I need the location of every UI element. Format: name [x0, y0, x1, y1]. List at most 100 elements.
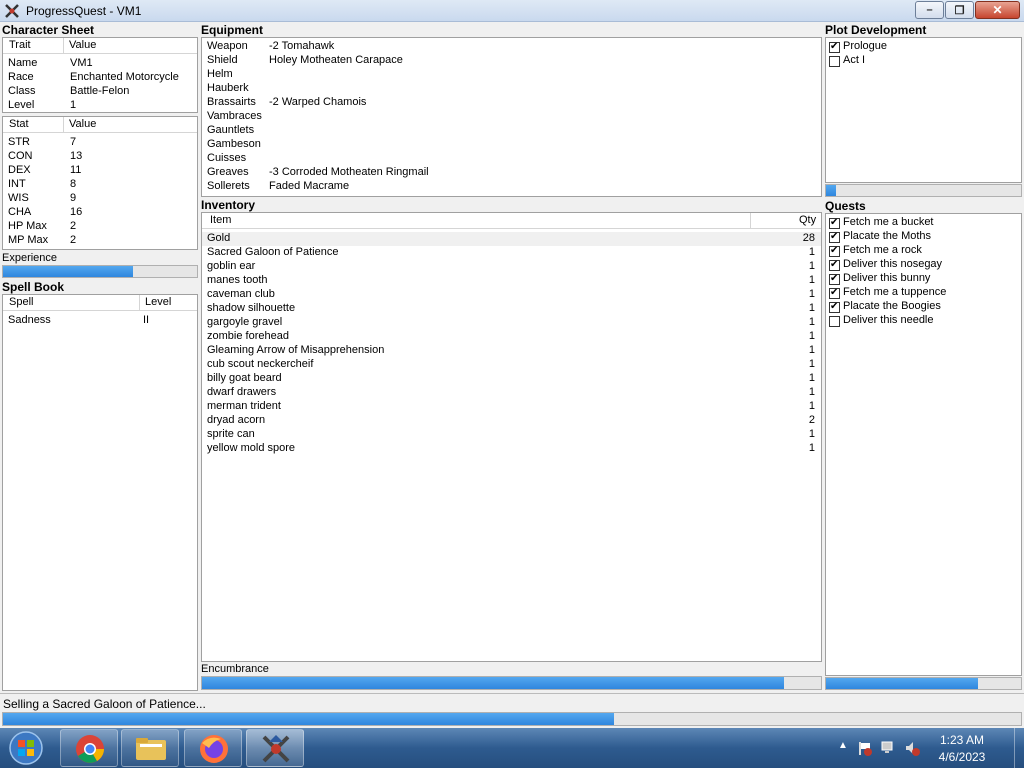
- equipment-row[interactable]: Shield Holey Motheaten Carapace: [202, 54, 821, 68]
- equipment-list[interactable]: Weapon -2 Tomahawk Shield Holey Motheaten C…: [201, 37, 822, 197]
- clock-date[interactable]: 4/6/2023: [932, 750, 992, 764]
- clock-time[interactable]: 1:23 AM: [932, 733, 992, 747]
- action-center-flag-icon[interactable]: [856, 740, 872, 756]
- equipment-slot: Hauberk: [207, 82, 249, 94]
- stat-column-header[interactable]: Stat: [9, 118, 29, 130]
- equipment-row[interactable]: Gambeson: [202, 138, 821, 152]
- quest-item[interactable]: Deliver this nosegay: [826, 258, 1021, 272]
- equipment-row[interactable]: Cuisses: [202, 152, 821, 166]
- equipment-row[interactable]: Brassairts -2 Warped Chamois: [202, 96, 821, 110]
- inventory-row[interactable]: merman trident 1: [202, 400, 821, 414]
- trait-row[interactable]: Name VM1: [3, 57, 197, 71]
- stat-row[interactable]: INT 8: [3, 178, 197, 192]
- show-hidden-icons-icon[interactable]: ▲: [838, 740, 848, 751]
- inventory-row[interactable]: billy goat beard 1: [202, 372, 821, 386]
- quests-progress-fill: [826, 678, 979, 689]
- checkbox[interactable]: [829, 41, 840, 53]
- inventory-row[interactable]: caveman club 1: [202, 288, 821, 302]
- equipment-row[interactable]: Hauberk: [202, 82, 821, 96]
- checkbox[interactable]: [829, 56, 840, 67]
- inventory-row[interactable]: cub scout neckercheif 1: [202, 358, 821, 372]
- stat-row[interactable]: DEX 11: [3, 164, 197, 178]
- experience-label: Experience: [2, 252, 58, 264]
- trait-row[interactable]: Level 1: [3, 99, 197, 113]
- inventory-list[interactable]: Item Qty Gold 28 Sacred Galoon of Patience…: [201, 212, 822, 662]
- quests-list[interactable]: Fetch me a bucket Placate the Moths Fetch …: [825, 213, 1022, 676]
- quest-item[interactable]: Deliver this bunny: [826, 272, 1021, 286]
- taskbar-progressquest[interactable]: [246, 729, 304, 767]
- stat-value-column-header[interactable]: Value: [69, 118, 96, 130]
- checkbox[interactable]: [829, 217, 840, 229]
- inventory-item-qty: 2: [808, 414, 815, 426]
- checkbox[interactable]: [829, 273, 840, 285]
- inventory-row[interactable]: goblin ear 1: [202, 260, 821, 274]
- inventory-row[interactable]: yellow mold spore 1: [202, 442, 821, 456]
- quest-item[interactable]: Placate the Boogies: [826, 300, 1021, 314]
- spell-row[interactable]: Sadness II: [3, 314, 197, 328]
- inventory-row[interactable]: manes tooth 1: [202, 274, 821, 288]
- plot-development-list[interactable]: Prologue Act I: [825, 37, 1022, 183]
- inventory-row[interactable]: Sacred Galoon of Patience 1: [202, 246, 821, 260]
- firefox-icon: [200, 735, 228, 763]
- spell-book-list[interactable]: Spell Level Sadness II: [2, 294, 198, 691]
- trait-row[interactable]: Class Battle-Felon: [3, 85, 197, 99]
- inventory-item-qty: 1: [808, 428, 815, 440]
- experience-progress-fill: [3, 266, 133, 277]
- checkbox[interactable]: [829, 245, 840, 257]
- equipment-row[interactable]: Greaves -3 Corroded Motheaten Ringmail: [202, 166, 821, 180]
- taskbar-file-explorer[interactable]: [121, 729, 179, 767]
- character-stats-list[interactable]: Stat Value STR 7 CON 13 DEX 11 INT 8 WIS 9 CHA 16 HP…: [2, 116, 198, 250]
- checkbox[interactable]: [829, 301, 840, 313]
- stat-row[interactable]: MP Max 2: [3, 234, 197, 248]
- inventory-row[interactable]: Gold 28: [202, 232, 821, 246]
- checkbox[interactable]: [829, 316, 840, 327]
- trait-column-header[interactable]: Trait: [9, 39, 31, 51]
- quest-item[interactable]: Deliver this needle: [826, 314, 1021, 328]
- character-traits-list[interactable]: Trait Value Name VM1 Race Enchanted Motorcy…: [2, 37, 198, 113]
- level-column-header[interactable]: Level: [145, 296, 171, 308]
- stat-row[interactable]: CHA 16: [3, 206, 197, 220]
- maximize-icon: ❐: [954, 4, 965, 17]
- quests-title: Quests: [825, 199, 866, 213]
- close-button[interactable]: ✕: [975, 1, 1020, 19]
- checkbox[interactable]: [829, 231, 840, 243]
- equipment-row[interactable]: Vambraces: [202, 110, 821, 124]
- quest-item[interactable]: Placate the Moths: [826, 230, 1021, 244]
- qty-column-header[interactable]: Qty: [799, 214, 816, 226]
- equipment-item: Faded Macrame: [269, 180, 350, 192]
- item-column-header[interactable]: Item: [210, 214, 231, 226]
- equipment-row[interactable]: Helm: [202, 68, 821, 82]
- network-icon[interactable]: [880, 740, 896, 756]
- volume-muted-icon[interactable]: [904, 740, 920, 756]
- spell-column-header[interactable]: Spell: [9, 296, 33, 308]
- minimize-button[interactable]: –: [915, 1, 944, 19]
- quest-item[interactable]: Fetch me a bucket: [826, 216, 1021, 230]
- stat-row[interactable]: STR 7: [3, 136, 197, 150]
- inventory-row[interactable]: zombie forehead 1: [202, 330, 821, 344]
- stat-row[interactable]: WIS 9: [3, 192, 197, 206]
- inventory-row[interactable]: dwarf drawers 1: [202, 386, 821, 400]
- trait-row[interactable]: Race Enchanted Motorcycle: [3, 71, 197, 85]
- checkbox[interactable]: [829, 287, 840, 299]
- taskbar-chrome[interactable]: [60, 729, 118, 767]
- inventory-row[interactable]: sprite can 1: [202, 428, 821, 442]
- inventory-row[interactable]: shadow silhouette 1: [202, 302, 821, 316]
- stat-row[interactable]: CON 13: [3, 150, 197, 164]
- plot-act-item[interactable]: Prologue: [826, 40, 1021, 54]
- quest-item[interactable]: Fetch me a tuppence: [826, 286, 1021, 300]
- maximize-button[interactable]: ❐: [945, 1, 974, 19]
- show-desktop-button[interactable]: [1014, 728, 1024, 768]
- inventory-row[interactable]: gargoyle gravel 1: [202, 316, 821, 330]
- plot-act-item[interactable]: Act I: [826, 54, 1021, 68]
- equipment-row[interactable]: Sollerets Faded Macrame: [202, 180, 821, 194]
- inventory-row[interactable]: Gleaming Arrow of Misapprehension 1: [202, 344, 821, 358]
- equipment-row[interactable]: Weapon -2 Tomahawk: [202, 40, 821, 54]
- value-column-header[interactable]: Value: [69, 39, 96, 51]
- checkbox[interactable]: [829, 259, 840, 271]
- equipment-row[interactable]: Gauntlets: [202, 124, 821, 138]
- inventory-row[interactable]: dryad acorn 2: [202, 414, 821, 428]
- taskbar-firefox[interactable]: [184, 729, 242, 767]
- start-button[interactable]: [4, 729, 48, 767]
- quest-item[interactable]: Fetch me a rock: [826, 244, 1021, 258]
- stat-row[interactable]: HP Max 2: [3, 220, 197, 234]
